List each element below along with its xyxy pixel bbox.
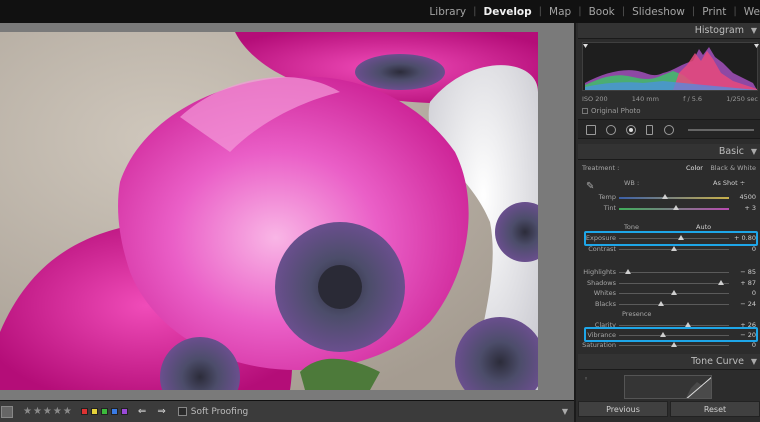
brush-slider[interactable] (688, 129, 754, 131)
module-map[interactable]: Map (542, 6, 578, 18)
color-label-swatch[interactable] (110, 408, 118, 415)
vibrance-highlight (584, 327, 758, 342)
slider-label: Highlights (583, 268, 616, 276)
slider-thumb[interactable] (624, 269, 631, 274)
slider-track[interactable] (619, 272, 729, 273)
rating-stars[interactable]: ★★★★★ (23, 406, 73, 417)
slider-thumb[interactable] (662, 194, 669, 199)
graduated-filter-icon[interactable] (646, 125, 653, 135)
color-label-swatch[interactable] (120, 408, 128, 415)
slider-value[interactable]: 0 (752, 289, 756, 297)
histogram-graph (583, 44, 759, 90)
module-book[interactable]: Book (582, 6, 622, 18)
slider-value[interactable]: − 24 (740, 300, 756, 308)
module-bar: Library | Develop | Map | Book | Slideshow | … (0, 0, 760, 23)
color-label-swatch[interactable] (90, 408, 98, 415)
presence-label: Presence (622, 310, 652, 318)
collapse-icon: ▼ (750, 147, 757, 156)
anemone-photo (0, 32, 538, 390)
aperture: f / 5.6 (683, 95, 703, 103)
original-photo-checkbox[interactable] (582, 108, 588, 114)
spot-removal-icon[interactable] (606, 125, 616, 135)
collapse-icon: ▼ (750, 26, 757, 35)
treatment-bw[interactable]: Black & White (710, 164, 756, 172)
histogram-header[interactable]: Histogram ▼ (578, 23, 760, 39)
treatment-color[interactable]: Color (686, 164, 703, 172)
exif-info: ISO 200 140 mm f / 5.6 1/250 sec (582, 95, 758, 103)
slider-value[interactable]: + 87 (740, 279, 756, 287)
module-print[interactable]: Print (695, 6, 733, 18)
view-mode-button[interactable] (1, 405, 13, 418)
tone-curve-title: Tone Curve (691, 356, 744, 367)
slider-label: Tint (603, 204, 616, 212)
slider-label: Blacks (595, 300, 616, 308)
wb-eyedropper-icon[interactable]: ✎ (586, 181, 594, 192)
slider-track[interactable] (619, 283, 729, 284)
filmstrip-toolbar: ★★★★★ ⇐ ⇒ Soft Proofing ▼ (0, 400, 574, 422)
tone-label: Tone (624, 223, 639, 231)
exposure-highlight (584, 231, 758, 246)
tone-curve-header[interactable]: Tone Curve ▼ (578, 354, 760, 370)
color-labels (80, 408, 128, 415)
crop-icon[interactable] (586, 125, 596, 135)
treatment-label: Treatment : (582, 164, 620, 172)
module-develop[interactable]: Develop (477, 6, 539, 18)
tool-strip (578, 119, 760, 139)
soft-proofing-checkbox[interactable] (177, 407, 187, 416)
slider-thumb[interactable] (671, 246, 677, 251)
slider-track[interactable] (619, 197, 729, 199)
slider-thumb[interactable] (671, 290, 677, 295)
slider-label: Temp (598, 193, 616, 201)
toolbar-menu-icon[interactable]: ▼ (562, 407, 568, 416)
basic-title: Basic (718, 146, 744, 157)
slider-label: Whites (593, 289, 616, 297)
color-label-swatch[interactable] (100, 408, 108, 415)
tone-auto-button[interactable]: Auto (696, 223, 711, 231)
reset-button[interactable]: Reset (670, 401, 760, 417)
slider-thumb[interactable] (673, 205, 680, 210)
right-panel: Histogram ▼ ISO 200 140 mm f / 5.6 1/250… (574, 23, 760, 422)
soft-proofing-label: Soft Proofing (190, 406, 249, 417)
module-slideshow[interactable]: Slideshow (625, 6, 692, 18)
slider-thumb[interactable] (657, 301, 664, 306)
tone-curve-line (686, 377, 711, 398)
wb-select[interactable]: As Shot ÷ (713, 179, 745, 187)
slider-track[interactable] (619, 304, 729, 305)
basic-header[interactable]: Basic ▼ (578, 144, 760, 160)
iso: ISO 200 (582, 95, 608, 103)
focal-length: 140 mm (631, 95, 659, 103)
tone-curve-graph[interactable] (624, 375, 712, 399)
module-web[interactable]: We (737, 6, 760, 18)
slider-label: Shadows (586, 279, 616, 287)
original-photo-toggle[interactable]: Original Photo (582, 107, 641, 115)
slider-thumb[interactable] (718, 280, 725, 285)
slider-value[interactable]: + 3 (744, 204, 756, 212)
color-label-swatch[interactable] (80, 408, 88, 415)
radial-filter-icon[interactable] (664, 125, 674, 135)
photo-preview[interactable] (0, 32, 538, 390)
slider-value[interactable]: 0 (752, 341, 756, 349)
slider-value[interactable]: − 85 (740, 268, 756, 276)
slider-label: Contrast (588, 245, 616, 253)
histogram-title: Histogram (694, 25, 744, 36)
slider-label: Saturation (582, 341, 616, 349)
slider-value[interactable]: 4500 (739, 193, 756, 201)
module-picker: Library | Develop | Map | Book | Slideshow | … (422, 0, 760, 23)
nav-arrows[interactable]: ⇐ ⇒ (138, 406, 170, 417)
previous-button[interactable]: Previous (578, 401, 668, 417)
slider-track[interactable] (619, 325, 729, 326)
red-eye-icon[interactable] (626, 125, 636, 135)
module-library[interactable]: Library (422, 6, 473, 18)
slider-value[interactable]: 0 (752, 245, 756, 253)
wb-label: WB : (624, 179, 640, 187)
histogram[interactable] (582, 42, 759, 91)
collapse-icon: ▼ (750, 357, 757, 366)
target-adjust-icon[interactable]: ◦ (584, 375, 588, 383)
center-panel (0, 23, 574, 400)
original-photo-label: Original Photo (591, 107, 641, 115)
shutter: 1/250 sec (726, 95, 758, 103)
slider-thumb[interactable] (671, 342, 677, 347)
